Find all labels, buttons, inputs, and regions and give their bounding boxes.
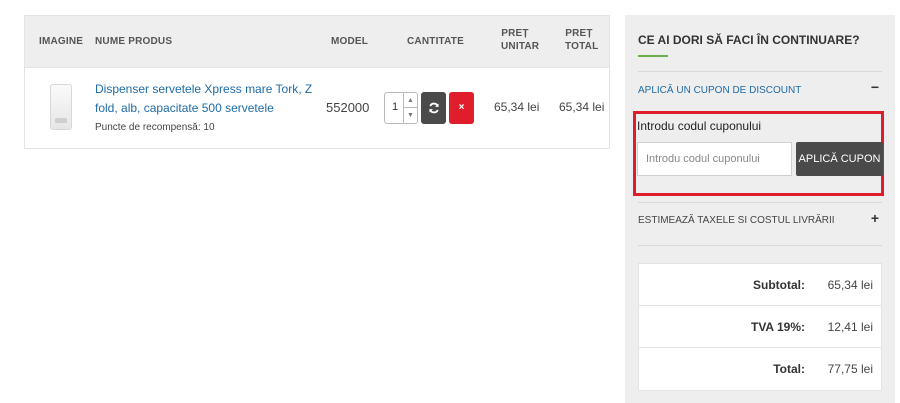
coupon-accordion-header[interactable]: APLICĂ UN CUPON DE DISCOUNT bbox=[638, 85, 801, 96]
totals-label: TVA 19%: bbox=[750, 320, 805, 334]
reward-points: Puncte de recompensă: 10 bbox=[95, 122, 215, 133]
divider bbox=[638, 245, 882, 246]
header-total-price: PREȚ TOTAL bbox=[565, 27, 599, 53]
panel-title: CE AI DORI SĂ FACI ÎN CONTINUARE? bbox=[638, 33, 860, 47]
totals-value: 77,75 lei bbox=[827, 362, 873, 376]
totals-row-vat: TVA 19%: 12,41 lei bbox=[639, 306, 881, 348]
totals-label: Subtotal: bbox=[753, 278, 805, 292]
header-unit-price-line2: UNITAR bbox=[501, 41, 540, 52]
totals-label: Total: bbox=[773, 362, 805, 376]
divider bbox=[638, 202, 882, 203]
header-unit-price-line1: PREȚ bbox=[501, 28, 529, 39]
header-total-price-line1: PREȚ bbox=[565, 28, 593, 39]
total-price: 65,34 lei bbox=[559, 100, 605, 114]
quantity-stepper[interactable]: 1 ▲ ▼ bbox=[384, 92, 418, 124]
totals-value: 12,41 lei bbox=[827, 320, 873, 334]
next-steps-panel: CE AI DORI SĂ FACI ÎN CONTINUARE? APLICĂ… bbox=[625, 15, 895, 403]
quantity-arrows: ▲ ▼ bbox=[403, 93, 417, 123]
header-name: NUME PRODUS bbox=[95, 36, 173, 47]
cart-table-header: IMAGINE NUME PRODUS MODEL CANTITATE PREȚ… bbox=[25, 16, 609, 68]
title-underline bbox=[638, 55, 668, 57]
coupon-label: Introdu codul cuponului bbox=[637, 119, 762, 133]
totals-value: 65,34 lei bbox=[827, 278, 873, 292]
quantity-input[interactable]: 1 bbox=[392, 101, 398, 113]
apply-coupon-button[interactable]: APLICĂ CUPON bbox=[796, 142, 883, 176]
chevron-down-icon[interactable]: ▼ bbox=[404, 108, 417, 123]
header-quantity: CANTITATE bbox=[407, 36, 464, 47]
header-total-price-line2: TOTAL bbox=[565, 41, 599, 52]
refresh-icon bbox=[428, 102, 439, 114]
chevron-up-icon[interactable]: ▲ bbox=[404, 93, 417, 108]
shipping-accordion-header[interactable]: ESTIMEAZĂ TAXELE SI COSTUL LIVRĂRII bbox=[638, 215, 835, 226]
table-row: Dispenser servetele Xpress mare Tork, Z … bbox=[25, 68, 609, 148]
order-totals: Subtotal: 65,34 lei TVA 19%: 12,41 lei T… bbox=[638, 263, 882, 391]
coupon-input[interactable] bbox=[637, 142, 792, 176]
update-quantity-button[interactable] bbox=[421, 92, 446, 124]
dispenser-image bbox=[50, 84, 72, 130]
header-model: MODEL bbox=[331, 36, 369, 47]
divider bbox=[638, 71, 882, 72]
unit-price: 65,34 lei bbox=[494, 100, 540, 114]
header-unit-price: PREȚ UNITAR bbox=[501, 27, 540, 53]
remove-item-button[interactable]: × bbox=[449, 92, 474, 124]
cart-table: IMAGINE NUME PRODUS MODEL CANTITATE PREȚ… bbox=[24, 15, 610, 149]
close-icon: × bbox=[458, 102, 465, 113]
plus-icon[interactable]: + bbox=[871, 210, 879, 226]
totals-row-total: Total: 77,75 lei bbox=[639, 348, 881, 390]
header-image: IMAGINE bbox=[39, 36, 84, 47]
minus-icon[interactable]: − bbox=[871, 79, 879, 95]
totals-row-subtotal: Subtotal: 65,34 lei bbox=[639, 264, 881, 306]
product-name-link[interactable]: Dispenser servetele Xpress mare Tork, Z … bbox=[95, 80, 315, 118]
product-thumbnail[interactable] bbox=[39, 80, 83, 134]
product-model: 552000 bbox=[326, 100, 370, 115]
